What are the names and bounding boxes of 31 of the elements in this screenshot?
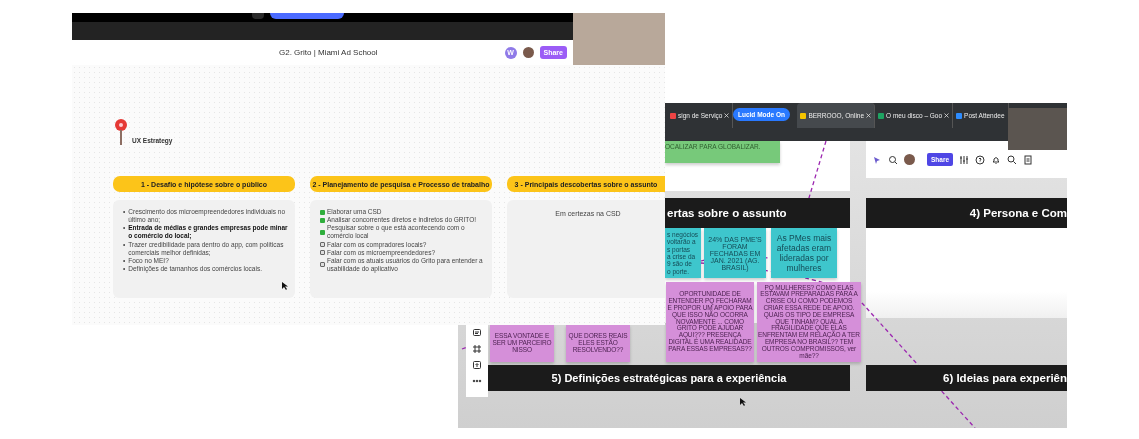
mouse-cursor-icon [282,282,288,290]
sliders-icon[interactable] [959,154,970,165]
comment-icon[interactable] [472,328,482,338]
export-icon[interactable] [472,360,482,370]
cursor-icon[interactable] [872,154,882,165]
section-header: 6) Ideias para experiên [866,365,1067,391]
checkbox[interactable] [320,242,325,248]
video-placeholder [1008,108,1067,150]
avatar[interactable] [904,154,915,165]
checkbox[interactable] [320,250,325,256]
checkbox[interactable] [320,217,325,223]
section-header: 4) Persona e Com [866,198,1067,228]
close-icon[interactable] [866,113,872,118]
close-icon[interactable] [724,113,730,118]
bell-icon[interactable] [991,154,1002,165]
close-icon[interactable] [944,113,950,118]
checkbox[interactable] [320,209,325,215]
file-title[interactable]: G2. Grito | Miami Ad School [72,48,505,57]
section-header: 5) Definições estratégicas para a experiência [488,365,850,391]
help-icon[interactable] [975,154,986,165]
checkbox[interactable] [320,229,325,235]
frame-icon[interactable] [472,344,482,354]
pill-button[interactable] [270,13,344,19]
avatar[interactable] [522,47,534,58]
document-icon[interactable] [1023,154,1034,165]
mouse-cursor-icon [740,398,746,406]
search-icon[interactable] [1007,154,1018,165]
section-header: ertas sobre o assunto [665,198,850,228]
lollipop-logo-icon [113,118,129,146]
checkbox[interactable] [320,262,325,268]
sticky-note[interactable]: As PMes mais afetadas eram lideradas por mulheres [771,228,837,278]
